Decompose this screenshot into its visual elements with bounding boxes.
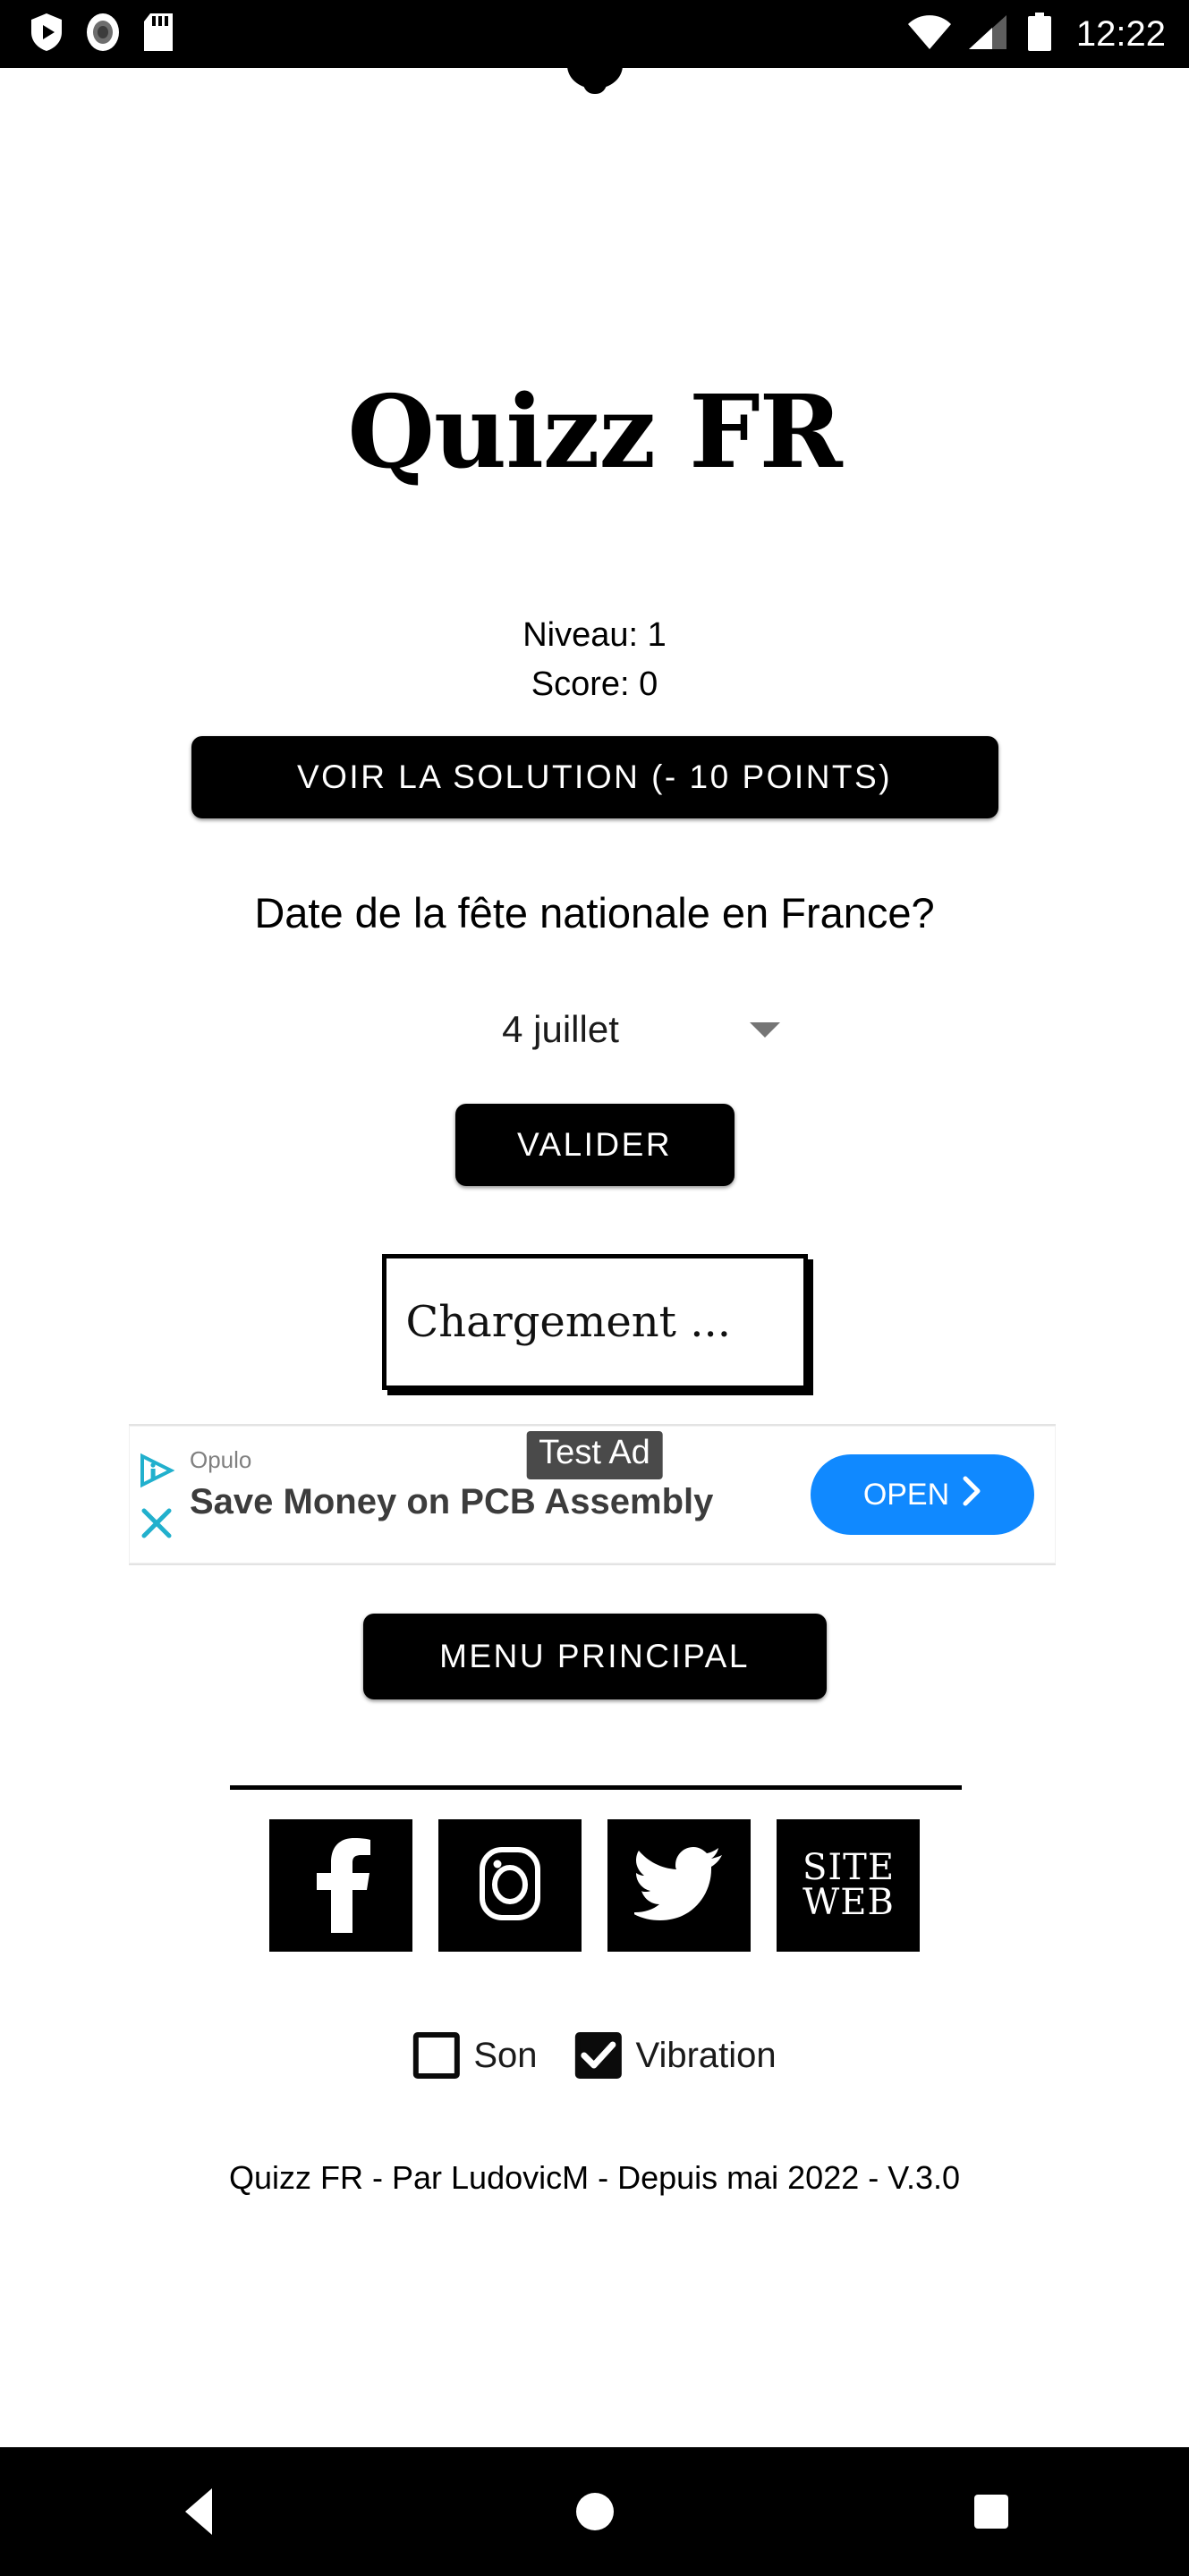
nav-home-button[interactable] <box>514 2447 675 2576</box>
android-navigation-bar <box>0 2447 1189 2576</box>
settings-toggles: Son Vibration <box>412 2032 777 2079</box>
vibration-checkbox-item[interactable]: Vibration <box>574 2032 777 2079</box>
social-links-row: SITE WEB <box>268 1819 921 1952</box>
section-divider <box>230 1785 962 1790</box>
sound-checkbox[interactable] <box>412 2032 460 2079</box>
adchoices-icon[interactable] <box>139 1453 175 1493</box>
status-bar-right-icons: 12:22 <box>906 0 1166 68</box>
ad-left-icons <box>136 1453 177 1544</box>
back-triangle-icon <box>184 2488 212 2535</box>
recents-square-icon <box>973 2495 1008 2529</box>
instagram-icon <box>471 1841 548 1931</box>
question-text: Date de la fête nationale en France? <box>254 889 935 936</box>
wifi-icon <box>906 13 953 55</box>
battery-icon <box>1026 12 1053 56</box>
sd-card-icon <box>143 13 174 56</box>
site-web-icon: SITE WEB <box>803 1850 895 1923</box>
footer-credit: Quizz FR - Par LudovicM - Depuis mai 202… <box>229 2159 960 2196</box>
home-circle-icon <box>575 2493 614 2530</box>
sound-label: Son <box>473 2035 538 2075</box>
answer-spinner[interactable]: 4 juillet <box>403 994 787 1065</box>
answer-spinner-value: 4 juillet <box>502 1008 619 1050</box>
ad-open-button[interactable]: OPEN <box>811 1454 1034 1535</box>
validate-button[interactable]: VALIDER <box>454 1104 735 1186</box>
social-link-facebook[interactable] <box>268 1819 412 1952</box>
cellular-signal-icon <box>967 13 1012 55</box>
ad-open-label: OPEN <box>862 1477 950 1512</box>
loading-box: Chargement ... <box>381 1254 808 1390</box>
ad-headline: Save Money on PCB Assembly <box>190 1481 714 1521</box>
nav-back-button[interactable] <box>118 2447 279 2576</box>
show-solution-button[interactable]: VOIR LA SOLUTION (- 10 POINTS) <box>191 736 998 818</box>
sound-checkbox-item[interactable]: Son <box>412 2032 538 2079</box>
loading-text: Chargement ... <box>405 1297 732 1347</box>
main-menu-button[interactable]: MENU PRINCIPAL <box>362 1614 827 1699</box>
phone-screen: 12:22 Quizz FR Niveau: 1 Score: 0 VOIR L… <box>0 0 1189 2576</box>
level-text: Niveau: 1 <box>522 616 667 654</box>
site-web-line2: WEB <box>803 1882 895 1923</box>
chevron-right-icon <box>962 1476 981 1514</box>
social-link-instagram[interactable] <box>437 1819 582 1952</box>
ad-test-badge: Test Ad <box>526 1431 663 1479</box>
shield-play-icon <box>30 13 63 56</box>
status-bar: 12:22 <box>0 0 1189 68</box>
page-title: Quizz FR <box>347 374 842 491</box>
facebook-icon <box>302 1835 379 1937</box>
score-text: Score: 0 <box>531 665 658 703</box>
camera-record-icon <box>86 13 120 56</box>
status-bar-clock: 12:22 <box>1075 14 1166 54</box>
status-bar-left-icons <box>30 13 174 56</box>
twitter-icon <box>631 1844 724 1928</box>
app-content: Quizz FR Niveau: 1 Score: 0 VOIR LA SOLU… <box>0 68 1189 2447</box>
vibration-label: Vibration <box>635 2035 777 2075</box>
social-link-website[interactable]: SITE WEB <box>777 1819 921 1952</box>
nav-recents-button[interactable] <box>911 2447 1072 2576</box>
close-icon[interactable] <box>140 1507 173 1544</box>
vibration-checkbox[interactable] <box>574 2032 622 2079</box>
chevron-down-icon <box>749 1021 780 1038</box>
social-link-twitter[interactable] <box>607 1819 752 1952</box>
checkmark-icon <box>581 2041 616 2069</box>
